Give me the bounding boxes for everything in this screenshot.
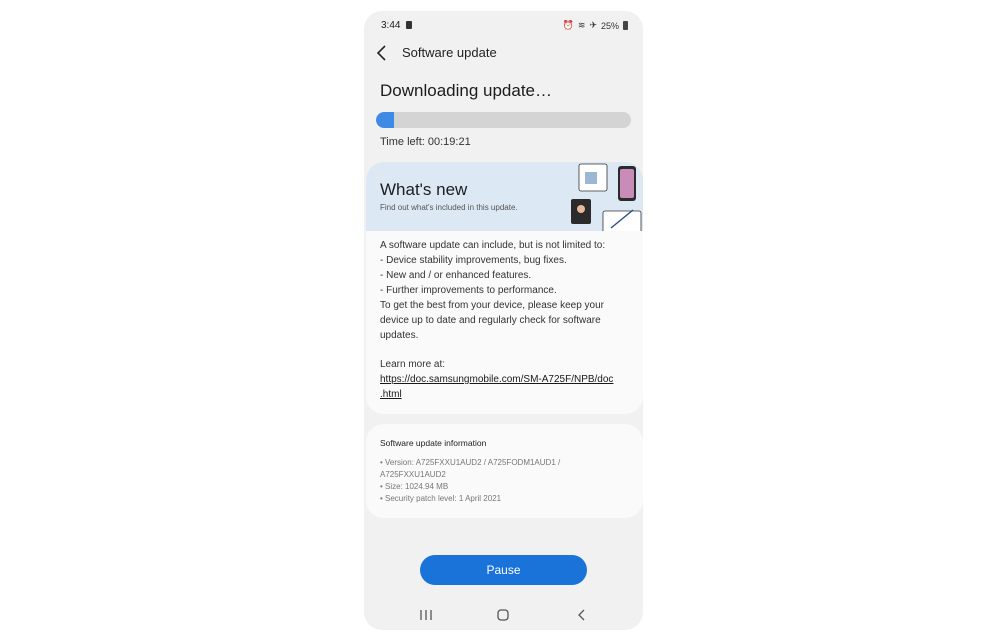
- learn-more-link[interactable]: https://doc.samsungmobile.com/SM-A725F/N…: [380, 372, 635, 387]
- download-heading: Downloading update…: [380, 81, 553, 100]
- phone-screen: 3:44 ⏰ ≋ ✈ 25% Software update Downloadi…: [364, 11, 643, 630]
- download-progress-fill: [376, 112, 394, 128]
- alarm-icon: ⏰: [562, 20, 574, 30]
- description-line: - Further improvements to performance.: [380, 285, 557, 296]
- nav-back-button[interactable]: [572, 606, 592, 624]
- devices-illustration: [571, 163, 642, 231]
- home-button[interactable]: [493, 606, 513, 624]
- download-progress-bar: [376, 112, 631, 128]
- info-line: • Size: 1024.94 MB: [380, 482, 449, 491]
- recents-icon: [420, 610, 432, 620]
- time-left: Time left: 00:19:21: [380, 136, 471, 148]
- battery-percent: 25%: [600, 20, 619, 31]
- whats-new-card: What's new Find out what's included in t…: [366, 162, 643, 414]
- back-arrow-icon: [376, 45, 386, 61]
- whats-new-banner: What's new Find out what's included in t…: [366, 162, 643, 231]
- info-title: Software update information: [380, 438, 487, 448]
- info-line: A725FXXU1AUD2: [380, 470, 446, 479]
- back-icon: [578, 609, 585, 621]
- status-bar: 3:44 ⏰ ≋ ✈ 25%: [364, 11, 643, 39]
- back-button[interactable]: [374, 43, 392, 63]
- learn-more-link-cont[interactable]: .html: [380, 387, 635, 402]
- sim-icon: [406, 21, 412, 29]
- airplane-icon: ✈: [589, 20, 597, 30]
- description-line: - New and / or enhanced features.: [380, 270, 532, 281]
- info-line: • Security patch level: 1 April 2021: [380, 494, 502, 503]
- status-time: 3:44: [381, 20, 401, 31]
- description-line: updates.: [380, 330, 419, 341]
- update-description: A software update can include, but is no…: [380, 238, 630, 343]
- description-line: device up to date and regularly check fo…: [380, 315, 601, 326]
- wifi-icon: ≋: [577, 20, 586, 30]
- home-icon: [497, 609, 509, 621]
- nav-bar: [364, 603, 643, 627]
- recents-button[interactable]: [416, 606, 436, 624]
- description-line: A software update can include, but is no…: [380, 240, 606, 251]
- learn-more-label: Learn more at:: [380, 359, 446, 370]
- battery-icon: [623, 21, 628, 30]
- pause-button[interactable]: Pause: [420, 555, 587, 585]
- update-info-card: Software update information • Version: A…: [366, 424, 643, 518]
- whats-new-title: What's new: [380, 180, 468, 199]
- learn-more: Learn more at: https://doc.samsungmobile…: [380, 357, 635, 402]
- info-list: • Version: A725FXXU1AUD2 / A725FODM1AUD1…: [380, 457, 560, 505]
- status-icons: ⏰ ≋ ✈ 25%: [563, 20, 628, 31]
- app-bar: Software update: [364, 40, 643, 66]
- whats-new-subtitle: Find out what's included in this update.: [380, 203, 518, 212]
- description-line: - Device stability improvements, bug fix…: [380, 255, 567, 266]
- description-line: To get the best from your device, please…: [380, 300, 605, 311]
- page-title: Software update: [402, 45, 497, 60]
- info-line: • Version: A725FXXU1AUD2 / A725FODM1AUD1…: [380, 458, 561, 467]
